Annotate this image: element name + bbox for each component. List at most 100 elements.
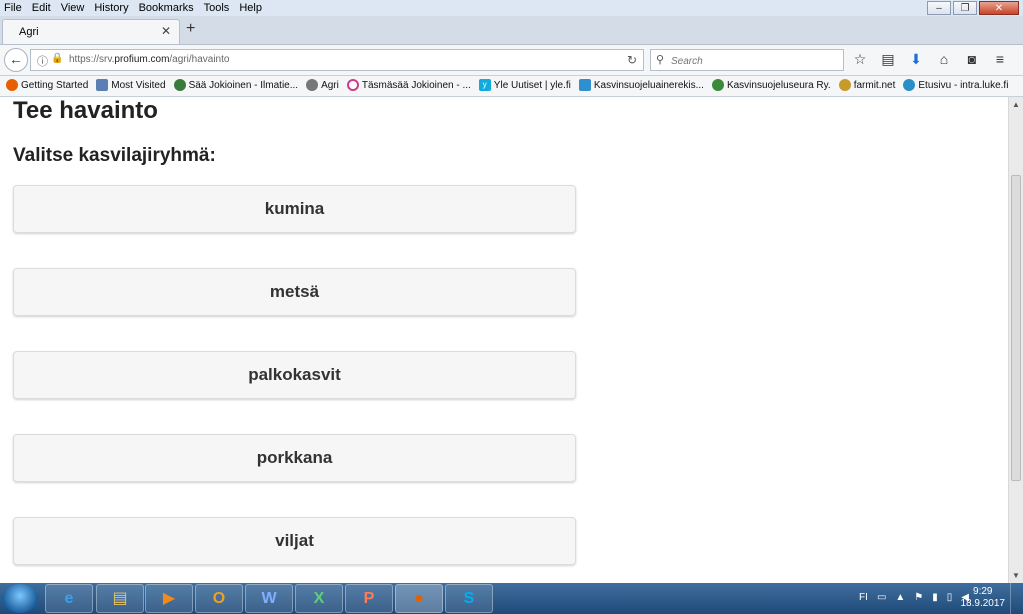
bookmark-kasvinsuojeluseura[interactable]: Kasvinsuojeluseura Ry.: [711, 79, 831, 91]
menu-bookmarks[interactable]: Bookmarks: [139, 1, 194, 15]
menu-view[interactable]: View: [61, 1, 85, 15]
search-input[interactable]: [669, 52, 843, 70]
minimize-button[interactable]: –: [927, 1, 951, 15]
bookmark-label: Kasvinsuojeluseura Ry.: [726, 79, 831, 91]
bookmark-label: Täsmäsää Jokioinen - ...: [361, 79, 471, 91]
search-box[interactable]: ⚲: [650, 49, 844, 71]
bookmark-label: Etusivu - intra.luke.fi: [918, 79, 1009, 91]
bookmark-saa-jokioinen[interactable]: Sää Jokioinen - Ilmatie...: [173, 79, 299, 91]
address-bar[interactable]: ⓘ 🔒 https://srv.profium.com/agri/havaint…: [30, 49, 644, 71]
tab-strip: Agri ✕: [0, 16, 1023, 45]
download-icon[interactable]: ⬇: [908, 51, 924, 68]
pocket-icon[interactable]: ◙: [964, 51, 980, 68]
powerpoint-icon: P: [363, 590, 375, 607]
language-indicator[interactable]: FI: [859, 592, 868, 603]
scroll-down-arrow-icon[interactable]: ▼: [1012, 571, 1020, 580]
page-subtitle: Valitse kasvilajiryhmä:: [13, 145, 216, 166]
farmit-icon: [838, 79, 851, 91]
hamburger-menu-icon[interactable]: ≡: [992, 51, 1008, 68]
menu-edit[interactable]: Edit: [32, 1, 51, 15]
menu-tools[interactable]: Tools: [204, 1, 230, 15]
windows-taskbar: e ▤ ▶ O W X P ● S FI ▭ ▲ ⚑ ▮ ▯ ◀ 9:29 18…: [0, 583, 1023, 614]
taskbar-outlook[interactable]: O: [195, 584, 243, 613]
taskbar-firefox[interactable]: ●: [395, 584, 443, 613]
bookmark-yle[interactable]: y Yle Uutiset | yle.fi: [478, 79, 571, 91]
reading-list-icon[interactable]: ▤: [880, 51, 896, 68]
group-button-porkkana[interactable]: porkkana: [13, 434, 576, 482]
tab-title: Agri: [19, 26, 39, 38]
taskbar-file-explorer[interactable]: ▤: [96, 584, 144, 613]
bookmark-star-icon[interactable]: ☆: [852, 51, 868, 68]
tab-close-icon[interactable]: ✕: [161, 24, 171, 38]
close-window-button[interactable]: ✕: [979, 1, 1019, 15]
menu-file[interactable]: File: [4, 1, 22, 15]
menu-items: File Edit View History Bookmarks Tools H…: [4, 1, 262, 15]
show-desktop-button[interactable]: [1010, 583, 1023, 614]
bookmark-agri[interactable]: Agri: [306, 79, 339, 91]
bookmark-tasmasaa[interactable]: Täsmäsää Jokioinen - ...: [346, 79, 471, 91]
bookmark-label: Getting Started: [21, 79, 89, 91]
group-button-metsa[interactable]: metsä: [13, 268, 576, 316]
group-button-kumina[interactable]: kumina: [13, 185, 576, 233]
taskbar-internet-explorer[interactable]: e: [45, 584, 93, 613]
bookmark-label: Yle Uutiset | yle.fi: [493, 79, 571, 91]
globe-icon: [306, 79, 319, 91]
reload-icon[interactable]: ↻: [627, 53, 637, 67]
scroll-up-arrow-icon[interactable]: ▲: [1012, 100, 1020, 109]
start-button[interactable]: [2, 584, 38, 613]
bookmark-getting-started[interactable]: Getting Started: [6, 79, 88, 91]
menu-bar: File Edit View History Bookmarks Tools H…: [0, 0, 1023, 16]
back-button[interactable]: ←: [4, 48, 28, 72]
group-button-palkokasvit[interactable]: palkokasvit: [13, 351, 576, 399]
vertical-scrollbar[interactable]: ▲ ▼: [1008, 97, 1023, 583]
taskbar-word[interactable]: W: [245, 584, 293, 613]
firefox-icon: ●: [414, 590, 424, 607]
group-button-viljat[interactable]: viljat: [13, 517, 576, 565]
system-tray: FI ▭ ▲ ⚑ ▮ ▯ ◀: [859, 592, 969, 603]
keyboard-icon[interactable]: ▭: [877, 592, 886, 603]
maximize-button[interactable]: ❐: [953, 1, 977, 15]
taskbar-skype[interactable]: S: [445, 584, 493, 613]
window-controls: – ❐ ✕: [927, 1, 1019, 15]
url-text[interactable]: https://srv.profium.com/agri/havainto: [69, 54, 229, 65]
menu-help[interactable]: Help: [239, 1, 262, 15]
lock-icon[interactable]: 🔒: [51, 53, 63, 64]
taskbar-media-player[interactable]: ▶: [145, 584, 193, 613]
bookmark-folder-icon: [96, 79, 109, 91]
bookmark-kasvinsuojeluainerekisteri[interactable]: Kasvinsuojeluainerekis...: [578, 79, 704, 91]
clock-time: 9:29: [973, 586, 993, 597]
internet-explorer-icon: e: [64, 590, 74, 607]
show-hidden-icons-icon[interactable]: ▲: [895, 592, 905, 603]
home-icon[interactable]: ⌂: [936, 51, 952, 68]
taskbar-powerpoint[interactable]: P: [345, 584, 393, 613]
file-explorer-icon: ▤: [112, 590, 128, 607]
media-player-icon: ▶: [162, 590, 176, 607]
scrollbar-thumb[interactable]: [1011, 175, 1021, 481]
tab-agri[interactable]: Agri ✕: [2, 19, 180, 44]
page-content: Tee havainto Valitse kasvilajiryhmä: kum…: [0, 97, 1007, 583]
bookmark-most-visited[interactable]: Most Visited: [96, 79, 166, 91]
menu-history[interactable]: History: [94, 1, 128, 15]
bookmark-farmit[interactable]: farmit.net: [838, 79, 895, 91]
bookmark-label: Sää Jokioinen - Ilmatie...: [188, 79, 299, 91]
excel-icon: X: [313, 590, 325, 607]
navigation-bar: ← ⓘ 🔒 https://srv.profium.com/agri/havai…: [0, 45, 1023, 76]
battery-icon[interactable]: ▯: [947, 592, 953, 603]
url-path: /agri/havainto: [169, 54, 230, 65]
search-icon: ⚲: [656, 54, 665, 66]
bookmark-items: Getting Started Most Visited Sää Jokioin…: [6, 79, 1008, 91]
taskbar-excel[interactable]: X: [295, 584, 343, 613]
toolbar-icons: ☆ ▤ ⬇ ⌂ ◙ ≡: [852, 51, 1008, 68]
info-icon[interactable]: ⓘ: [37, 53, 48, 69]
chat-icon: [903, 79, 916, 91]
network-icon[interactable]: ▮: [932, 592, 938, 603]
outlook-icon: O: [212, 590, 226, 607]
system-clock[interactable]: 9:29 18.9.2017: [961, 586, 1006, 610]
flag-icon[interactable]: ⚑: [914, 592, 923, 603]
weather-globe-icon: [173, 79, 186, 91]
new-tab-button[interactable]: +: [186, 20, 195, 38]
url-prefix: https://srv.: [69, 54, 115, 65]
bookmark-luke-intra[interactable]: Etusivu - intra.luke.fi: [903, 79, 1008, 91]
word-icon: W: [261, 590, 277, 607]
arrow-left-icon: ←: [9, 51, 23, 67]
